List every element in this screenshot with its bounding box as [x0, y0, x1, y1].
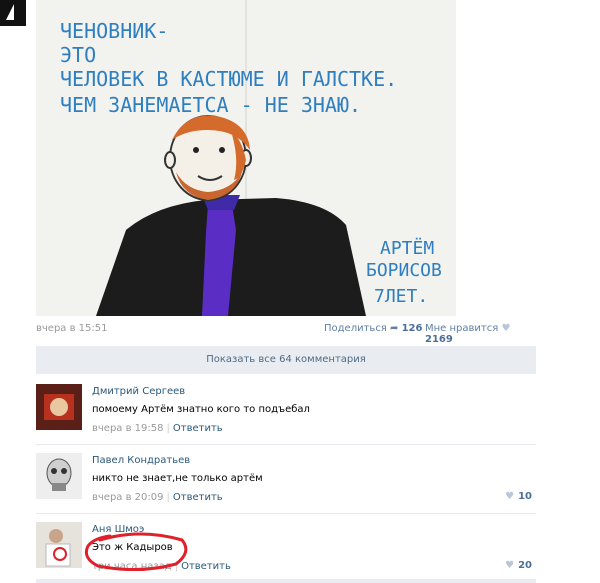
- post-photo[interactable]: ЧЕНОВНИК- ЭТО ЧЕЛОВЕК В КАСТЮМЕ И ГАЛСТК…: [36, 0, 456, 316]
- comment-text: никто не знает,не только артём: [92, 473, 263, 484]
- like-count: 2169: [425, 334, 453, 345]
- drawing-text-line-4: ЧЕМ ЗАНЕМАЕТСА - НЕ ЗНАЮ.: [60, 93, 361, 117]
- divider: [36, 513, 536, 514]
- share-label: Поделиться: [324, 323, 387, 334]
- avatar[interactable]: [36, 453, 82, 499]
- reply-button[interactable]: Ответить: [173, 423, 223, 434]
- heart-icon: ♥: [505, 491, 515, 502]
- avatar-image: [36, 453, 82, 499]
- comment-like-count: 10: [518, 491, 532, 502]
- share-button[interactable]: Поделиться ➦ 126: [324, 323, 422, 334]
- show-all-comments-button[interactable]: Показать все 64 комментария: [36, 346, 536, 374]
- reply-button[interactable]: Ответить: [173, 492, 223, 503]
- comment-meta: вчера в 19:58 | Ответить: [92, 423, 223, 434]
- post-time[interactable]: вчера в 15:51: [36, 323, 108, 334]
- red-circle-highlight: [84, 532, 188, 572]
- comment-author[interactable]: Павел Кондратьев: [92, 455, 190, 466]
- comment-like-count: 20: [518, 560, 532, 571]
- avatar-image: [36, 522, 82, 568]
- drawing-text-line-3: ЧЕЛОВЕК В КАСТЮМЕ И ГАЛСТКЕ.: [60, 67, 397, 91]
- comment-item: Дмитрий Сергеев помоему Артём знатно ког…: [36, 384, 536, 444]
- share-count: 126: [401, 323, 423, 334]
- comment-text: помоему Артём знатно кого то подъебал: [92, 404, 310, 415]
- drawing-text-line-1: ЧЕНОВНИК-: [60, 19, 168, 43]
- share-icon: ➦: [390, 323, 399, 334]
- comment-time[interactable]: вчера в 19:58: [92, 423, 164, 434]
- comment-time[interactable]: вчера в 20:09: [92, 492, 164, 503]
- avatar-image: [36, 384, 82, 430]
- post-meta: вчера в 15:51 Поделиться ➦ 126 Мне нрави…: [36, 323, 536, 345]
- heart-icon: ♥: [505, 560, 515, 571]
- comment-like-button[interactable]: ♥ 20: [505, 560, 532, 571]
- comment-item: Павел Кондратьев никто не знает,не тольк…: [36, 453, 536, 513]
- avatar[interactable]: [36, 384, 82, 430]
- avatar[interactable]: [36, 522, 82, 568]
- comment-author[interactable]: Дмитрий Сергеев: [92, 386, 185, 397]
- drawing-text-line-2: ЭТО: [60, 43, 96, 67]
- comment-like-button[interactable]: ♥ 10: [505, 491, 532, 502]
- drawing-image: ЧЕНОВНИК- ЭТО ЧЕЛОВЕК В КАСТЮМЕ И ГАЛСТК…: [36, 0, 456, 316]
- heart-icon: ♥: [501, 323, 511, 334]
- drawing-signature-line-1: АРТЁМ: [380, 238, 434, 259]
- like-button[interactable]: Мне нравится ♥ 2169: [425, 323, 536, 345]
- comment-meta: вчера в 20:09 | Ответить: [92, 492, 223, 503]
- divider: [36, 444, 536, 445]
- bottom-bar: [36, 579, 536, 583]
- drawing-signature-line-3: 7ЛЕТ.: [374, 286, 428, 307]
- like-label: Мне нравится: [425, 323, 499, 334]
- drawing-signature-line-2: БОРИСОВ: [366, 260, 442, 281]
- corner-logo-icon: [0, 0, 26, 26]
